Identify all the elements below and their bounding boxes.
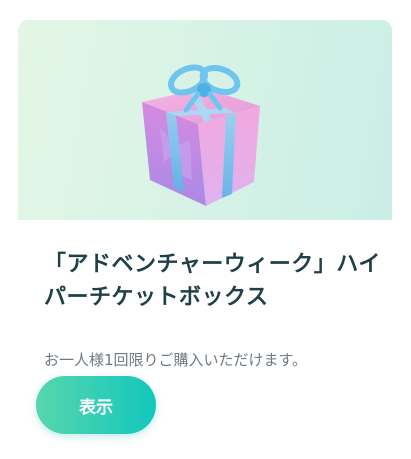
product-title: 「アドベンチャーウィーク」ハイパーチケットボックス	[44, 252, 381, 310]
gift-box-icon	[142, 64, 260, 206]
product-card[interactable]: 「アドベンチャーウィーク」ハイパーチケットボックス お一人様1回限りご購入いただ…	[18, 20, 392, 445]
show-button[interactable]: 表示	[36, 376, 156, 434]
product-description: お一人様1回限りご購入いただけます。	[44, 351, 308, 369]
product-banner	[18, 20, 392, 220]
